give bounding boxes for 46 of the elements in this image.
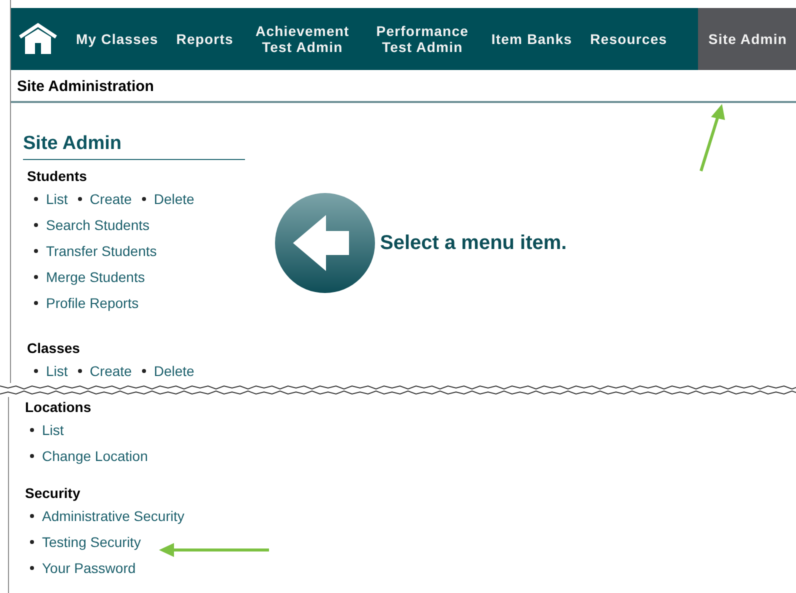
bullet-icon xyxy=(34,223,38,227)
menu-link[interactable]: Testing Security xyxy=(42,534,141,550)
bullet-icon xyxy=(34,275,38,279)
bullet-icon xyxy=(30,454,34,458)
nav-tab[interactable]: Site Admin xyxy=(698,8,796,70)
menu-link[interactable]: List xyxy=(46,363,68,379)
section-heading: Security xyxy=(25,484,82,503)
menu-link[interactable]: List xyxy=(42,422,64,438)
page-title: Site Administration xyxy=(11,70,796,103)
menu-link[interactable]: Delete xyxy=(154,363,194,379)
bullet-icon xyxy=(34,249,38,253)
bullet-icon xyxy=(34,301,38,305)
menu-link[interactable]: Create xyxy=(90,191,132,207)
menu-link[interactable]: Create xyxy=(90,363,132,379)
home-icon[interactable] xyxy=(19,23,57,55)
menu-link[interactable]: Administrative Security xyxy=(42,508,184,524)
menu-link[interactable]: Profile Reports xyxy=(46,295,139,311)
nav-tab[interactable]: Achievement Test Admin xyxy=(242,8,362,70)
menu-link[interactable]: List xyxy=(46,191,68,207)
nav-tab[interactable]: My Classes xyxy=(67,8,168,70)
menu-link[interactable]: Merge Students xyxy=(46,269,145,285)
pointer-arrow xyxy=(697,103,727,173)
bullet-icon xyxy=(30,428,34,432)
bullet-icon xyxy=(34,369,38,373)
section-heading: Locations xyxy=(25,398,92,417)
bullet-icon xyxy=(142,369,146,373)
nav-tab[interactable]: Item Banks xyxy=(482,8,582,70)
bullet-icon xyxy=(34,197,38,201)
prompt-text: Select a menu item. xyxy=(380,232,567,254)
menu-link[interactable]: Your Password xyxy=(42,560,136,576)
bullet-icon xyxy=(30,566,34,570)
bullet-icon xyxy=(78,197,82,201)
menu-link[interactable]: Delete xyxy=(154,191,194,207)
menu-link[interactable]: Transfer Students xyxy=(46,243,157,259)
bullet-icon xyxy=(30,514,34,518)
nav-tab[interactable]: Performance Test Admin xyxy=(362,8,482,70)
section-heading: Students xyxy=(27,167,88,186)
nav-tab[interactable]: Reports xyxy=(167,8,242,70)
menu-title: Site Admin xyxy=(23,133,245,160)
section-heading: Classes xyxy=(27,339,81,358)
bullet-icon xyxy=(142,197,146,201)
menu-link[interactable]: Search Students xyxy=(46,217,150,233)
bullet-icon xyxy=(78,369,82,373)
menu-link[interactable]: Change Location xyxy=(42,448,148,464)
nav-tab[interactable]: Resources xyxy=(581,8,676,70)
bullet-icon xyxy=(30,540,34,544)
